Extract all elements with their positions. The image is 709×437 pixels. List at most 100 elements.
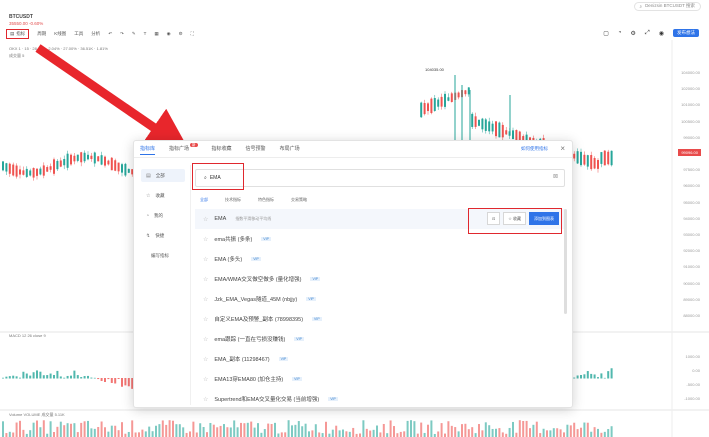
symbol-search[interactable]: ⌕ Denizsin BTCUSDT 搜索 (633, 1, 701, 11)
macd-bar (600, 373, 603, 379)
volume-bar (376, 425, 378, 437)
filter-technical[interactable]: 技术指标 (225, 197, 241, 203)
indicator-search-input[interactable]: ⌕ EMA ⊠ (195, 169, 565, 187)
macd-bar (117, 378, 120, 380)
settings-icon[interactable]: ⚙ (179, 31, 183, 37)
volume-legend[interactable]: Volume VOLUME 成交量 5.11K (9, 412, 65, 418)
volume-bar (590, 431, 593, 437)
candle-body (73, 155, 76, 162)
volume-bar (32, 422, 35, 437)
sidebar-item-mine[interactable]: ◔ 我的 (141, 209, 185, 222)
result-row[interactable]: ☆ Jzk_EMA_Vegas隧道_45M (nbjjy) VIP (195, 289, 565, 309)
star-icon[interactable]: ☆ (203, 376, 208, 383)
osc-axis-label: -500.00 (686, 382, 700, 387)
volume-bar (474, 433, 477, 437)
symbol-search-text: Denizsin BTCUSDT 搜索 (645, 3, 695, 8)
star-icon[interactable]: ☆ (203, 356, 208, 363)
tab-indicator-square[interactable]: 指标广场新 (169, 143, 198, 155)
camera-right-icon[interactable]: ◉ (659, 30, 664, 37)
candle-body (573, 153, 576, 159)
star-icon: ☆ (146, 192, 151, 199)
undo-icon[interactable]: ↶ (108, 31, 112, 37)
tools-button[interactable]: 工具 (74, 31, 83, 37)
candle-body (36, 168, 38, 176)
volume-bar (607, 429, 610, 437)
filter-strategy[interactable]: 交易策略 (291, 197, 307, 203)
analysis-button[interactable]: 分析 (91, 31, 100, 37)
candle-body (5, 163, 8, 172)
tab-indicator-favorites[interactable]: 指标收藏 (212, 145, 232, 155)
result-row[interactable]: ☆ EMA_副本 (11298467) VIP (195, 349, 565, 369)
draw-icon[interactable]: ✎ (132, 31, 136, 37)
sidebar-item-write[interactable]: 编写指标 (141, 249, 185, 262)
tab-layout-square[interactable]: 布局广场 (280, 145, 300, 155)
volume-bar (15, 422, 18, 437)
expand-icon[interactable]: ⤢ (645, 30, 650, 37)
camera-icon[interactable]: ◉ (167, 31, 171, 37)
user-icon: ◔ (146, 212, 150, 219)
tab-signal-alert[interactable]: 信号预警 (246, 145, 266, 155)
results-scrollbar[interactable] (564, 209, 567, 314)
macd-legend[interactable]: MACD 12 26 close 9 (9, 333, 46, 338)
filter-featured[interactable]: 特色指标 (258, 197, 274, 203)
close-icon[interactable]: × (560, 144, 565, 153)
result-row[interactable]: ☆ EMA (多头) VIP (195, 249, 565, 269)
candle-body (87, 154, 89, 160)
star-icon[interactable]: ☆ (203, 296, 208, 303)
sidebar-item-quick[interactable]: ↯ 快捷 (141, 229, 185, 242)
candle-body (474, 116, 477, 127)
volume-bar (369, 430, 372, 437)
volume-bar (580, 427, 582, 437)
volume-bar (396, 433, 399, 437)
indicator-legend-2[interactable]: 成交量 5 (9, 53, 24, 59)
indicator-legend-1[interactable]: OKX 1 · 15 · 28 · 35 · 2.04% · 27.00% · … (9, 46, 108, 51)
clear-icon[interactable]: ⊠ (553, 173, 558, 180)
indicator-button[interactable]: ▤ 指标 (6, 28, 30, 39)
star-icon[interactable]: ☆ (203, 396, 208, 403)
last-price-tag: 99096.00 (678, 149, 701, 156)
volume-bar (216, 427, 219, 437)
help-link[interactable]: 如何使用指标 (521, 146, 548, 152)
redo-icon[interactable]: ↷ (120, 31, 124, 37)
star-icon[interactable]: ☆ (203, 336, 208, 343)
star-icon[interactable]: ☆ (203, 216, 208, 223)
result-row[interactable]: ☆ EMA13穿EMA80 (加仓主持) VIP (195, 369, 565, 389)
alert-icon[interactable]: ◔ (618, 30, 622, 36)
star-icon[interactable]: ☆ (203, 276, 208, 283)
fullscreen-icon[interactable]: ⛶ (191, 31, 194, 36)
macd-bar (107, 378, 110, 380)
result-row[interactable]: ☆ EMA/WMA交叉做空做多 (量化增强) VIP (195, 269, 565, 289)
macd-bar (573, 377, 576, 379)
chart-layout-icon[interactable]: ▢ (603, 30, 609, 37)
candle-body (464, 90, 467, 95)
candle-body (491, 123, 494, 132)
result-row[interactable]: ☆ Supertrend和EMA交叉量化交易 (当前增强) VIP (195, 389, 565, 409)
volume-bar (155, 425, 157, 437)
result-name: EMA_副本 (11298467) (214, 357, 270, 363)
volume-bar (236, 427, 239, 437)
result-row[interactable]: ☆ ema跟踪 (一直在亏损没赚钱) VIP (195, 329, 565, 349)
chart-type-button[interactable]: K线图 (54, 31, 66, 37)
volume-bar (365, 428, 368, 437)
star-icon[interactable]: ☆ (203, 236, 208, 243)
sidebar-item-all[interactable]: ▤ 全部 (141, 169, 185, 182)
filter-all[interactable]: 全部 (200, 197, 208, 203)
macd-bar (22, 371, 25, 379)
text-icon[interactable]: T (144, 31, 147, 36)
candle-body (607, 151, 610, 165)
macd-bar (576, 375, 579, 379)
layout-icon[interactable]: ▦ (154, 31, 158, 37)
sidebar-item-favorites[interactable]: ☆ 收藏 (141, 189, 185, 202)
interval-button[interactable]: 周期 (37, 31, 46, 37)
gear-icon[interactable]: ⚙ (631, 30, 636, 37)
symbol-title[interactable]: BTCUSDT (9, 14, 33, 20)
tab-indicator-library[interactable]: 指标库 (140, 145, 156, 155)
volume-bar (457, 431, 460, 437)
star-icon[interactable]: ☆ (203, 316, 208, 323)
candle-body (32, 167, 35, 178)
volume-bar (501, 432, 504, 437)
publish-button[interactable]: 发布想法 (673, 29, 699, 37)
star-icon[interactable]: ☆ (203, 256, 208, 263)
volume-bar (284, 432, 287, 437)
result-row[interactable]: ☆ 自定义EMA及预警_副本 (78998395) VIP (195, 309, 565, 329)
